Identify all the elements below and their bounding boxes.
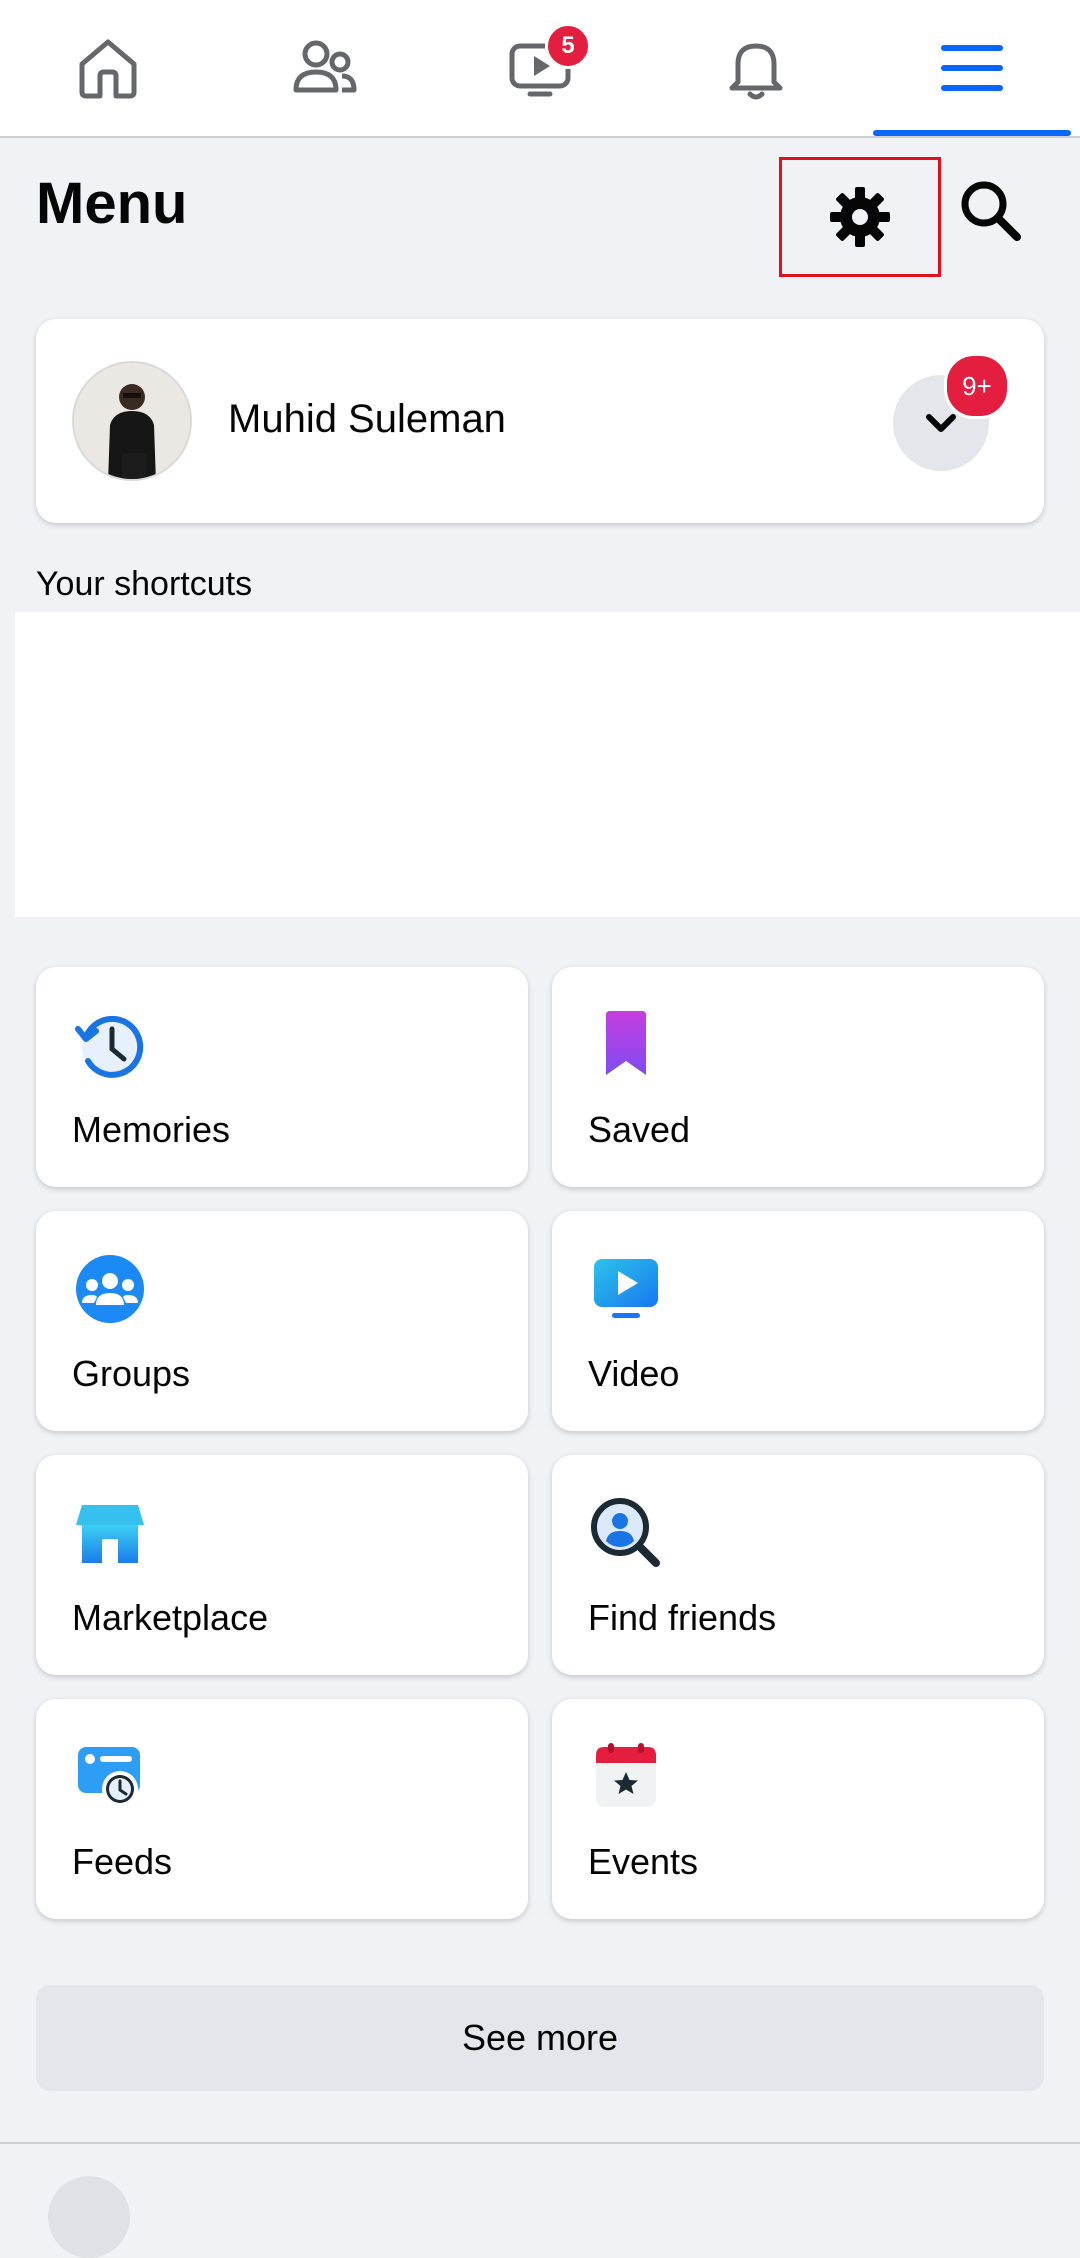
help-support-icon[interactable]	[48, 2176, 130, 2258]
avatar[interactable]	[72, 361, 192, 481]
marketplace-shop-icon	[76, 1505, 144, 1563]
tile-memories[interactable]: Memories	[36, 967, 528, 1187]
shortcuts-heading: Your shortcuts	[36, 565, 253, 603]
tile-label: Saved	[588, 1109, 691, 1150]
tile-saved[interactable]: Saved	[552, 967, 1044, 1187]
groups-icon	[76, 1255, 144, 1323]
section-divider	[0, 2142, 1080, 2144]
friends-icon	[293, 40, 357, 93]
tile-label: Marketplace	[72, 1597, 269, 1638]
profile-card[interactable]: Muhid Suleman 9+	[36, 319, 1044, 523]
tile-label: Feeds	[72, 1841, 173, 1882]
shortcuts-list	[15, 612, 1080, 917]
profile-notification-badge: 9+	[944, 353, 1010, 419]
gear-icon	[830, 187, 890, 247]
tile-label: Events	[588, 1841, 699, 1882]
profile-name: Muhid Suleman	[228, 397, 506, 441]
tile-marketplace[interactable]: Marketplace	[36, 1455, 528, 1675]
bell-icon	[729, 43, 783, 100]
bookmark-icon	[606, 1011, 646, 1075]
video-screen-icon	[594, 1259, 658, 1318]
tab-notifications[interactable]	[656, 0, 856, 136]
tab-home[interactable]	[8, 0, 208, 136]
search-icon	[961, 181, 1021, 241]
tile-label: Groups	[72, 1353, 191, 1394]
video-notification-badge: 5	[545, 23, 591, 69]
tile-label: Find friends	[588, 1597, 777, 1638]
events-calendar-icon	[596, 1743, 656, 1807]
page-title: Menu	[36, 171, 188, 236]
tile-label: Video	[588, 1353, 680, 1394]
profile-photo	[74, 363, 190, 479]
tile-find-friends[interactable]: Find friends	[552, 1455, 1044, 1675]
memories-clock-icon	[75, 1015, 144, 1078]
tile-feeds[interactable]: Feeds	[36, 1699, 528, 1919]
settings-button[interactable]	[779, 157, 941, 277]
search-button[interactable]	[950, 170, 1030, 250]
hamburger-menu-icon	[941, 45, 1003, 91]
home-icon	[79, 39, 137, 99]
see-more-button[interactable]: See more	[36, 1985, 1044, 2091]
tile-events[interactable]: Events	[552, 1699, 1044, 1919]
tab-menu[interactable]	[872, 0, 1072, 136]
tile-video[interactable]: Video	[552, 1211, 1044, 1431]
tile-label: Memories	[72, 1109, 231, 1150]
feeds-icon	[78, 1747, 140, 1807]
tab-video[interactable]	[440, 0, 640, 136]
tab-friends[interactable]	[224, 0, 424, 136]
active-tab-indicator	[873, 130, 1071, 136]
find-friends-icon	[591, 1498, 660, 1567]
tile-groups[interactable]: Groups	[36, 1211, 528, 1431]
top-navigation-bar: 5	[0, 0, 1080, 138]
